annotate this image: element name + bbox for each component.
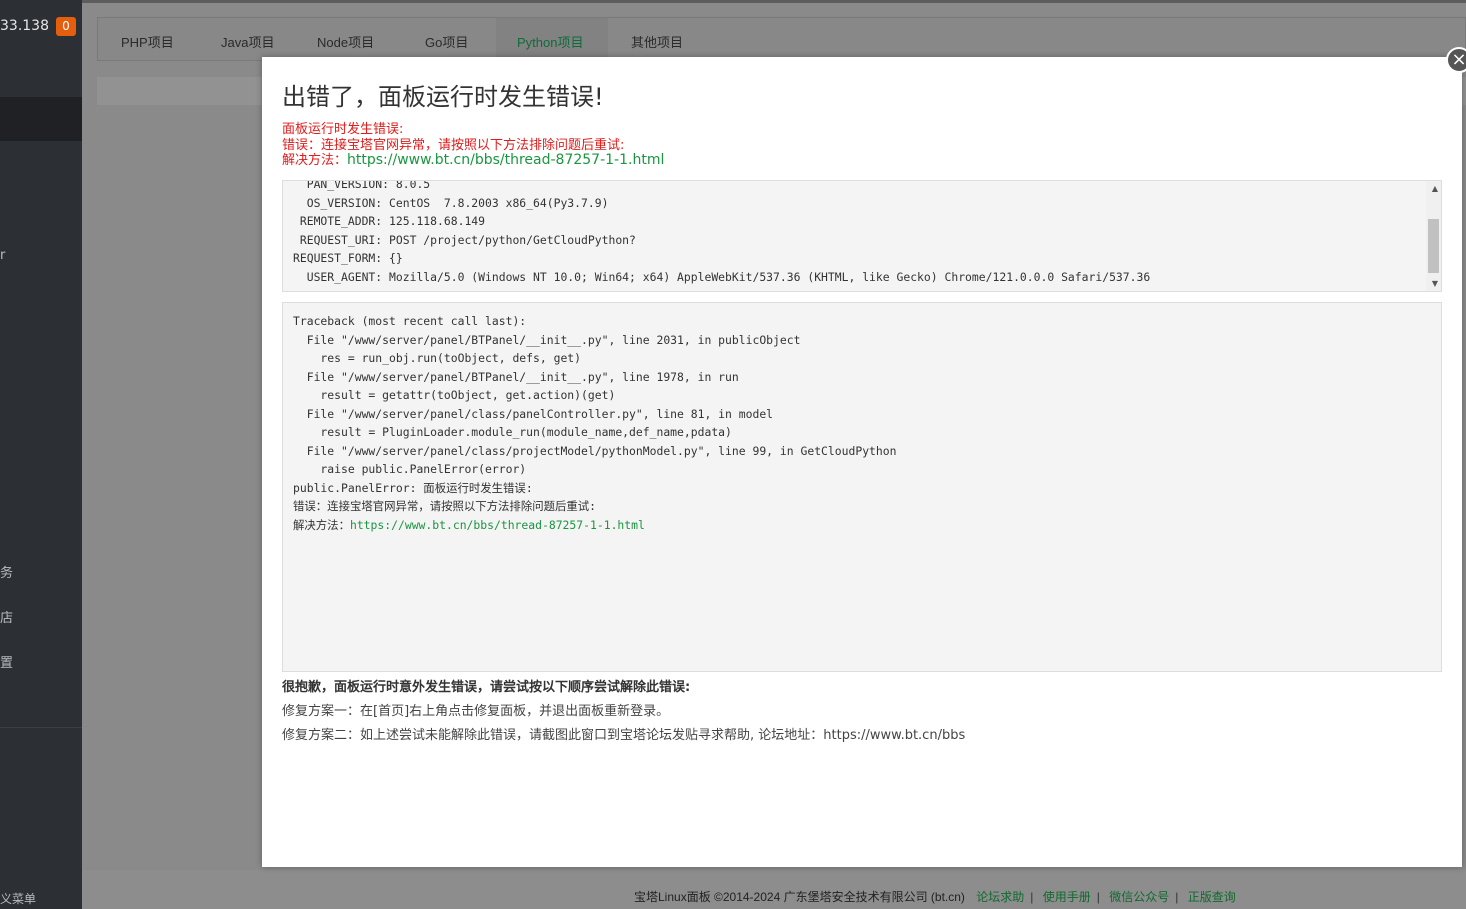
- tips-heading: 很抱歉，面板运行时意外发生错误，请尝试按以下顺序尝试解除此错误:: [282, 680, 691, 695]
- footer-link-license[interactable]: 正版查询: [1188, 890, 1236, 904]
- dialog-title: 出错了，面板运行时发生错误!: [282, 83, 604, 111]
- sidebar-item-settings[interactable]: 置: [0, 652, 13, 671]
- footer-link-manual[interactable]: 使用手册: [1043, 890, 1091, 904]
- top-strip: [82, 0, 1466, 3]
- sidebar-custom-menu[interactable]: 义菜单: [0, 890, 36, 907]
- sidebar-item-tasks[interactable]: 务: [0, 562, 13, 581]
- sidebar-item-active[interactable]: [0, 97, 82, 141]
- footer-link-wechat[interactable]: 微信公众号: [1109, 890, 1169, 904]
- close-icon[interactable]: ×: [1446, 47, 1466, 73]
- scroll-down-arrow-icon[interactable]: ▼: [1432, 279, 1438, 288]
- environment-info-text: PAN_VERSION: 8.0.5 OS_VERSION: CentOS 7.…: [293, 180, 1151, 284]
- tab-go[interactable]: Go项目: [425, 32, 468, 51]
- tab-php[interactable]: PHP项目: [121, 32, 174, 51]
- footer-link-forum[interactable]: 论坛求助: [976, 890, 1024, 904]
- sidebar-item-store[interactable]: 店: [0, 607, 13, 626]
- error-solution-label: 解决方法：: [282, 153, 348, 168]
- footer-copyright: 宝塔Linux面板 ©2014-2024 广东堡塔安全技术有限公司 (bt.cn…: [634, 890, 965, 904]
- sidebar-item-fragment[interactable]: r: [0, 248, 5, 263]
- error-line-3: 解决方法：https://www.bt.cn/bbs/thread-87257-…: [282, 149, 664, 168]
- tip-fix-two: 修复方案二：如上述尝试未能解除此错误，请截图此窗口到宝塔论坛发贴寻求帮助, 论坛…: [282, 728, 966, 743]
- traceback-box[interactable]: Traceback (most recent call last): File …: [282, 302, 1442, 672]
- environment-info-box[interactable]: PAN_VERSION: 8.0.5 OS_VERSION: CentOS 7.…: [282, 180, 1442, 292]
- footer-text: 宝塔Linux面板 ©2014-2024 广东堡塔安全技术有限公司 (bt.cn…: [634, 890, 1236, 904]
- tip-fix-one: 修复方案一：在[首页]右上角点击修复面板，并退出面板重新登录。: [282, 704, 670, 719]
- tab-java[interactable]: Java项目: [221, 32, 274, 51]
- error-dialog: 出错了，面板运行时发生错误! 面板运行时发生错误: 错误：连接宝塔官网异常，请按…: [262, 57, 1462, 867]
- error-solution-link[interactable]: https://www.bt.cn/bbs/thread-87257-1-1.h…: [347, 152, 664, 168]
- traceback-link[interactable]: https://www.bt.cn/bbs/thread-87257-1-1.h…: [350, 518, 645, 532]
- server-ip-label: 33.138: [0, 18, 49, 34]
- sidebar-divider: [0, 727, 82, 728]
- tab-other[interactable]: 其他项目: [631, 32, 683, 51]
- project-tab-bar: PHP项目 Java项目 Node项目 Go项目 Python项目 其他项目: [97, 17, 1466, 62]
- sidebar: 33.138 0 r 务 店 置 义菜单: [0, 0, 82, 909]
- notification-badge[interactable]: 0: [56, 17, 76, 36]
- traceback-body: Traceback (most recent call last): File …: [293, 314, 897, 532]
- tab-python[interactable]: Python项目: [517, 32, 583, 51]
- env-scrollbar[interactable]: ▲ ▼: [1426, 181, 1441, 291]
- scroll-thumb[interactable]: [1428, 219, 1439, 273]
- traceback-text: Traceback (most recent call last): File …: [293, 312, 896, 534]
- scroll-up-arrow-icon[interactable]: ▲: [1432, 184, 1438, 193]
- tab-node[interactable]: Node项目: [317, 32, 374, 51]
